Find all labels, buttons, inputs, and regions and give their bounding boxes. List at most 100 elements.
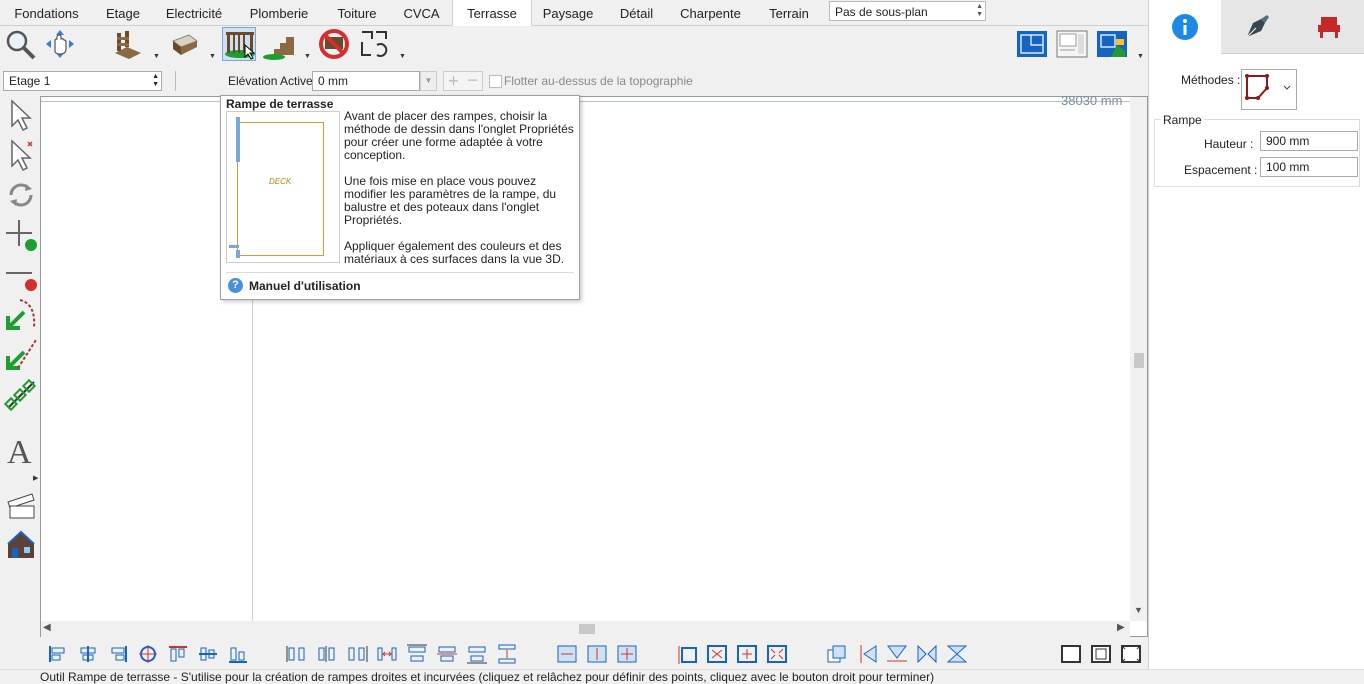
3d-view-icon[interactable] [1095,27,1129,61]
mirror-horizontal-icon[interactable] [916,644,938,664]
tab-paysage[interactable]: Paysage [530,0,606,25]
line-break-icon[interactable] [3,337,39,373]
no-deck-icon[interactable] [317,27,351,61]
copy-object-icon[interactable] [826,644,848,664]
deck-railing-icon[interactable] [222,27,256,61]
align-middle-icon[interactable] [197,644,219,664]
remove-point-icon[interactable] [3,257,39,293]
dropdown-arrow-icon[interactable]: ▼ [304,53,311,60]
dropdown-arrow-icon[interactable]: ▶ [33,474,38,482]
house-tool-icon[interactable] [3,527,39,563]
align-center-both-icon[interactable] [137,644,159,664]
tab-detail[interactable]: Détail [606,0,667,25]
dropdown-arrow-icon[interactable]: ▼ [209,53,216,60]
shrink-icon[interactable] [766,644,788,664]
dropdown-arrow-icon[interactable]: ▼ [1137,53,1144,60]
deck-stairs-icon[interactable] [111,27,145,61]
dimension-line [41,101,1131,102]
scroll-thumb[interactable] [1134,353,1144,368]
svg-text:A: A [7,434,32,467]
help-link[interactable]: ? Manuel d'utilisation [228,278,361,293]
vertical-scrollbar[interactable]: ▼ [1130,97,1147,621]
deck-label: DECK [269,177,292,186]
elevation-dropdown-icon[interactable]: ▼ [420,71,437,91]
resize-height-icon[interactable] [676,644,698,664]
minus-icon[interactable]: − [463,71,482,90]
zoom-icon[interactable] [3,27,37,61]
scroll-right-icon[interactable]: ▶ [1117,622,1125,633]
mirror-vertical-icon[interactable] [946,644,968,664]
expand-icon[interactable] [736,644,758,664]
plus-icon[interactable]: + [444,72,463,90]
distribute-center-icon[interactable] [316,644,338,664]
pan-hand-icon[interactable] [43,27,77,61]
tab-cvca[interactable]: CVCA [391,0,452,25]
chain-icon[interactable] [3,377,39,413]
mirror-top-icon[interactable] [886,644,908,664]
distribute-spacing-v-icon[interactable] [496,644,518,664]
subplan-select[interactable]: Pas de sous-plan ▲ ▼ [829,1,986,21]
tab-terrain[interactable]: Terrain [754,0,824,25]
text-tool-icon[interactable]: A [3,432,39,468]
align-right-icon[interactable] [107,644,129,664]
tooltip-paragraph: Appliquer également des couleurs et des … [344,239,565,266]
horizontal-scrollbar[interactable]: ◀ ▶ [41,621,1130,637]
deck-icon[interactable] [167,27,201,61]
align-left-icon[interactable] [47,644,69,664]
scroll-left-icon[interactable]: ◀ [43,622,51,633]
deck-framing-icon[interactable] [357,27,391,61]
tab-info[interactable] [1149,0,1221,53]
curve-break-icon[interactable] [3,297,39,333]
float-checkbox[interactable] [489,75,502,88]
center-fit-icon[interactable] [706,644,728,664]
tab-plomberie[interactable]: Plomberie [235,0,323,25]
status-text: Outil Rampe de terrasse - S'utilise pour… [40,670,935,684]
scroll-down-icon[interactable]: ▼ [1134,605,1143,615]
tab-terrasse[interactable]: Terrasse [452,0,532,26]
plan-canvas[interactable]: 38030 mm [40,93,1148,637]
distribute-top-icon[interactable] [406,644,428,664]
frame-copy-icon[interactable] [1090,644,1112,664]
tab-fondations[interactable]: Fondations [0,0,93,25]
alignment-toolbar [40,639,1148,669]
frame-icon[interactable] [1060,644,1082,664]
tab-materials[interactable] [1221,0,1293,54]
height-input[interactable]: 900 mm [1260,131,1358,151]
tab-objects[interactable] [1293,0,1364,54]
scroll-thumb[interactable] [579,624,595,634]
dropdown-arrow-icon[interactable]: ▼ [399,53,406,60]
distribute-left-icon[interactable] [286,644,308,664]
match-width-icon[interactable] [556,644,578,664]
tab-toiture[interactable]: Toiture [323,0,391,25]
tab-etage[interactable]: Etage [93,0,153,25]
camera-tool-icon[interactable] [3,487,39,523]
match-size-icon[interactable] [616,644,638,664]
align-center-icon[interactable] [77,644,99,664]
spacing-input[interactable]: 100 mm [1260,157,1358,177]
float-checkbox-label: Flotter au-dessus de la topographie [504,74,693,88]
mirror-left-icon[interactable] [856,644,878,664]
status-bar: Outil Rampe de terrasse - S'utilise pour… [0,669,1364,684]
deck-stairs-step-icon[interactable] [262,27,296,61]
layout-view-icon[interactable] [1055,27,1089,61]
select-arrow-icon[interactable] [3,97,39,133]
distribute-bottom-icon[interactable] [466,644,488,664]
properties-panel: Méthodes : Rampe Hauteur : 900 mm Espace… [1148,0,1364,669]
level-select[interactable]: Etage 1 ▲ ▼ [3,71,162,91]
frame-fit-icon[interactable] [1120,644,1142,664]
distribute-middle-icon[interactable] [436,644,458,664]
dropdown-arrow-icon[interactable]: ▼ [153,53,160,60]
select-multi-icon[interactable] [3,137,39,173]
align-top-icon[interactable] [167,644,189,664]
elevation-input[interactable]: 0 mm [312,71,420,91]
distribute-spacing-h-icon[interactable] [376,644,398,664]
distribute-right-icon[interactable] [346,644,368,664]
methods-dropdown[interactable] [1241,69,1297,110]
match-height-icon[interactable] [586,644,608,664]
add-point-icon[interactable] [3,217,39,253]
tab-electricite[interactable]: Electricité [153,0,235,25]
floor-plan-view-icon[interactable] [1015,27,1049,61]
align-bottom-icon[interactable] [227,644,249,664]
tab-charpente[interactable]: Charpente [667,0,754,25]
rotate-icon[interactable] [3,177,39,213]
